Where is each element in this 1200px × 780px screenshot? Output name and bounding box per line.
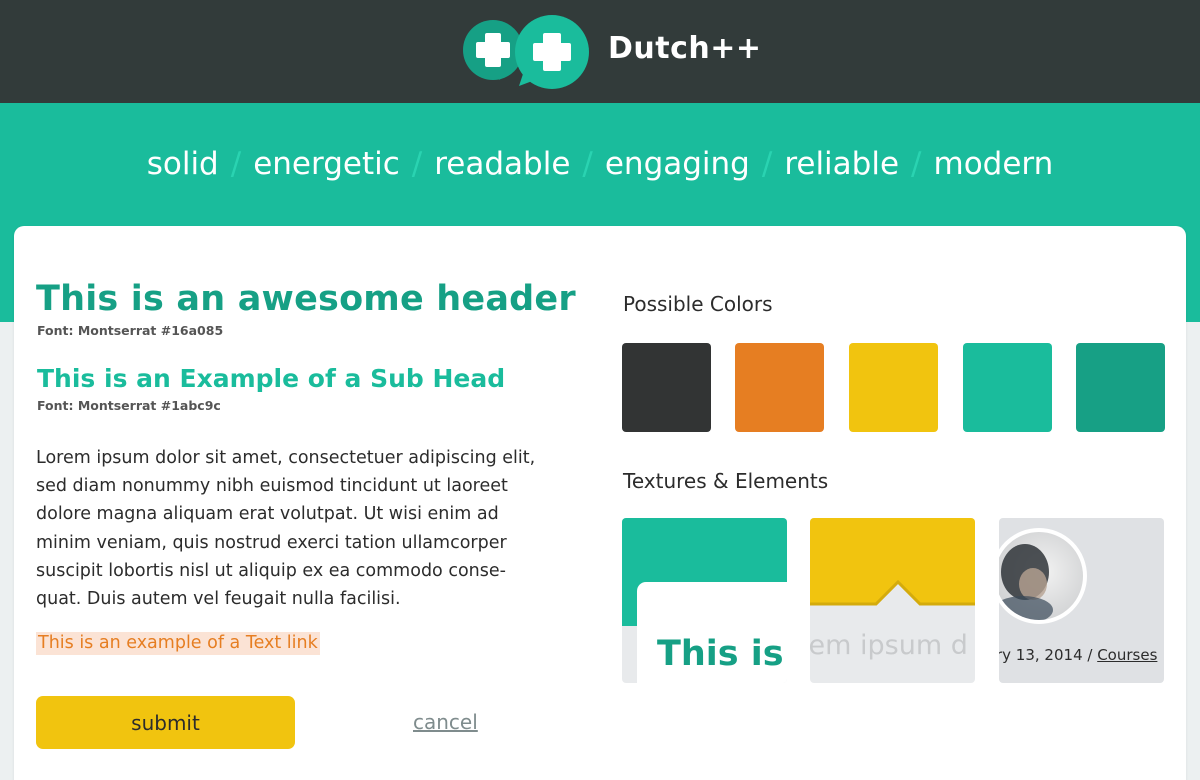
sample-body-text: Lorem ipsum dolor sit amet, consectetuer… bbox=[36, 444, 586, 613]
tagline-separator: / bbox=[411, 146, 423, 182]
sample-subhead: This is an Example of a Sub Head bbox=[37, 364, 506, 393]
color-swatch bbox=[622, 343, 711, 432]
tagline-word: energetic bbox=[253, 146, 400, 182]
post-meta: ry 13, 2014 / Courses bbox=[999, 646, 1157, 664]
body-line: dolore magna aliquam erat volutpat. Ut w… bbox=[36, 504, 499, 525]
faded-lorem-text: rem ipsum d bbox=[810, 630, 968, 661]
person-photo-icon bbox=[999, 544, 1053, 620]
brand-name: Dutch++ bbox=[608, 31, 762, 66]
color-swatch bbox=[963, 343, 1052, 432]
post-date: ry 13, 2014 / bbox=[999, 646, 1098, 664]
body-line: Lorem ipsum dolor sit amet, consectetuer… bbox=[36, 448, 536, 468]
textures-elements-title: Textures & Elements bbox=[623, 469, 829, 493]
body-line: suscipit lobortis nisl ut aliquip ex ea … bbox=[36, 560, 506, 581]
cancel-link[interactable]: cancel bbox=[413, 710, 478, 734]
sample-text-link[interactable]: This is an example of a Text link bbox=[36, 632, 320, 655]
submit-button[interactable]: submit bbox=[36, 696, 295, 749]
color-swatch bbox=[1076, 343, 1165, 432]
texture-tile-avatar: ry 13, 2014 / Courses bbox=[999, 518, 1164, 683]
tagline-separator: / bbox=[911, 146, 922, 182]
avatar bbox=[999, 528, 1087, 624]
tagline-word: modern bbox=[933, 146, 1054, 182]
color-swatch bbox=[849, 343, 938, 432]
double-plus-chat-icon bbox=[463, 15, 589, 89]
color-swatch bbox=[735, 343, 824, 432]
body-line: sed diam nonummy nibh euismod tincidunt … bbox=[36, 476, 508, 497]
tagline-word: reliable bbox=[784, 146, 900, 182]
tagline-word: engaging bbox=[604, 146, 750, 182]
sample-header: This is an awesome header bbox=[36, 279, 576, 319]
body-line: quat. Duis autem vel feugait nulla facil… bbox=[36, 589, 401, 610]
subhead-font-note: Font: Montserrat #1abc9c bbox=[37, 398, 221, 413]
top-bar: Dutch++ bbox=[0, 0, 1200, 103]
courses-link[interactable]: Courses bbox=[1097, 646, 1157, 664]
tagline: solid / energetic / readable / engaging / reliab… bbox=[0, 146, 1200, 182]
body-line: minim veniam, quis nostrud exerci tation… bbox=[36, 532, 507, 553]
tagline-word: readable bbox=[434, 146, 571, 182]
texture-tile-notch: rem ipsum d bbox=[810, 518, 975, 683]
possible-colors-title: Possible Colors bbox=[623, 292, 773, 316]
tagline-separator: / bbox=[230, 146, 242, 182]
tagline-separator: / bbox=[582, 146, 593, 182]
texture-tile-header: This is a bbox=[622, 518, 787, 683]
mini-header-text: This is a bbox=[657, 634, 787, 674]
header-font-note: Font: Montserrat #16a085 bbox=[37, 323, 224, 338]
tagline-separator: / bbox=[761, 146, 773, 182]
tagline-word: solid bbox=[146, 146, 219, 182]
